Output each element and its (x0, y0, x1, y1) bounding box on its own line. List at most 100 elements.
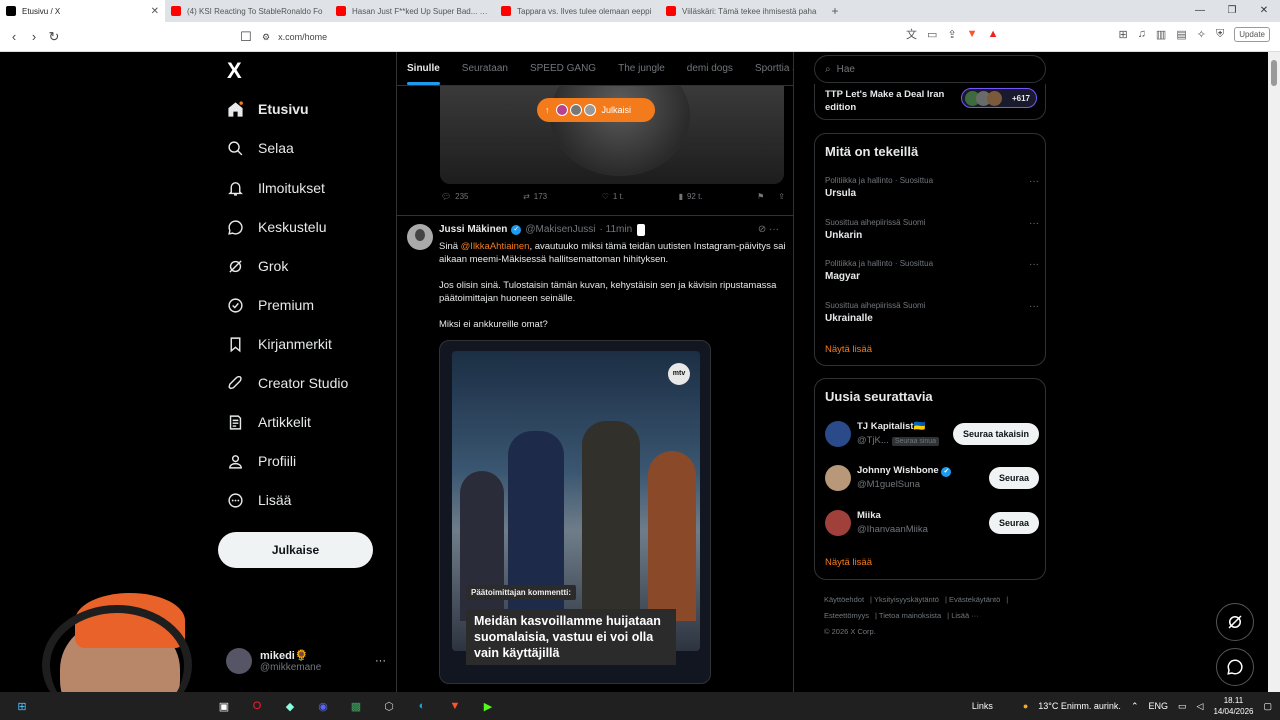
trend-item[interactable]: Suosittua aihepiirissä Suomi Unkarin ··· (825, 218, 1039, 241)
nav-premium[interactable]: Premium (226, 296, 314, 314)
tab-list[interactable]: The jungle (618, 63, 665, 74)
browser-tab[interactable]: Tappara vs. Ilves tulee olemaan eeppi (495, 0, 660, 22)
more-icon[interactable]: ··· (769, 224, 779, 235)
share-icon[interactable]: ⇪ (778, 192, 785, 201)
show-more-link[interactable]: Näytä lisää (825, 557, 872, 568)
follow-button[interactable]: Seuraa (988, 467, 1039, 489)
new-tab-icon[interactable]: + (825, 4, 845, 18)
bookmark-icon[interactable]: ⚑ (757, 192, 764, 201)
update-button[interactable]: Update (1234, 26, 1270, 42)
follow-back-button[interactable]: Seuraa takaisin (952, 423, 1039, 445)
tweet-time[interactable]: · 11min (600, 224, 633, 235)
footer-link[interactable]: Käyttöehdot (824, 595, 864, 604)
account-switcher[interactable]: mikedi🌻 @mikkemane ··· (226, 648, 386, 674)
bookmark-page-icon[interactable]: ☐ (236, 29, 256, 45)
footer-link[interactable]: Tietoa mainoksista (879, 611, 941, 620)
sidebar-icon[interactable]: ▥ (1156, 28, 1166, 41)
app-icon[interactable]: ⬡ (378, 697, 400, 715)
avatar[interactable] (407, 224, 433, 250)
brave-rewards-icon[interactable]: ▲ (988, 28, 999, 40)
author-name[interactable]: Jussi Mäkinen (439, 224, 507, 235)
browser-tab[interactable]: (4) KSI Reacting To StableRonaldo Fo (165, 0, 330, 22)
media-icon[interactable]: ♫ (1138, 28, 1146, 40)
back-icon[interactable]: ‹ (4, 29, 24, 44)
show-more-link[interactable]: Näytä lisää (825, 344, 872, 355)
nav-home[interactable]: Etusivu (226, 100, 309, 118)
brave-shield-icon[interactable]: ▼ (967, 28, 978, 40)
author-handle[interactable]: @MakisenJussi (525, 224, 595, 235)
vpn-icon[interactable]: ⛨ (1216, 28, 1224, 41)
weather-text[interactable]: 13°C Enimm. aurink. (1038, 701, 1121, 711)
scrollbar-thumb[interactable] (1271, 60, 1277, 86)
account-menu-icon[interactable]: ··· (375, 655, 386, 667)
mention-link[interactable]: @IlkkaAhtiainen (461, 241, 530, 252)
window-close-icon[interactable]: ✕ (1248, 0, 1280, 22)
screenshot-icon[interactable]: ⊞ (1118, 28, 1127, 41)
trend-item[interactable]: Politiikka ja hallinto · Suosittua Ursul… (825, 176, 1039, 199)
brave-icon[interactable]: ▼ (444, 697, 466, 715)
live-space-card[interactable]: TTP Let's Make a Deal Iran edition +617 (814, 84, 1046, 120)
nav-chat[interactable]: Keskustelu (226, 218, 326, 236)
grok-fab[interactable] (1216, 603, 1254, 641)
translate-icon[interactable]: 文 (906, 26, 917, 42)
links-toolbar[interactable]: Links (972, 701, 993, 711)
messages-fab[interactable] (1216, 648, 1254, 686)
footer-link[interactable]: Yksityisyyskäytäntö (874, 595, 939, 604)
nav-articles[interactable]: Artikkelit (226, 413, 311, 431)
nav-bookmarks[interactable]: Kirjanmerkit (226, 335, 332, 353)
wallet-icon[interactable]: ▤ (1176, 28, 1186, 41)
browser-tab[interactable]: Viiläskäri: Tämä tekee ihmisestä paha (660, 0, 825, 22)
nav-profile[interactable]: Profiili (226, 452, 296, 470)
grok-icon[interactable]: ⊘ (758, 224, 766, 235)
discord-icon[interactable]: ◉ (312, 697, 334, 715)
new-posts-pill[interactable]: ↑ Julkaisi (537, 98, 655, 122)
tray-chevron-icon[interactable]: ⌃ (1131, 701, 1139, 712)
maximize-icon[interactable]: ❐ (1216, 0, 1248, 22)
browser-tab[interactable]: Hasan Just F**ked Up Super Bad... - Y (330, 0, 495, 22)
views-button[interactable]: ▮ 92 t. (679, 192, 703, 201)
more-icon[interactable]: ··· (1029, 259, 1039, 270)
notifications-icon[interactable]: ▢ (1263, 701, 1272, 712)
more-icon[interactable]: ··· (1029, 301, 1039, 312)
repost-button[interactable]: ⇄ 173 (523, 192, 547, 201)
task-view-icon[interactable]: ▣ (213, 697, 235, 715)
site-info-icon[interactable]: ⚙ (262, 32, 270, 43)
extensions-icon[interactable]: ✧ (1197, 28, 1206, 41)
nav-explore[interactable]: Selaa (226, 139, 294, 157)
post-button[interactable]: Julkaise (218, 532, 373, 568)
tab-list[interactable]: Sporttia Sa (755, 63, 793, 74)
browser-tab[interactable]: Etusivu / X ✕ (0, 0, 165, 22)
url-field[interactable]: ⚙ x.com/home (262, 26, 982, 48)
tab-list[interactable]: SPEED GANG (530, 63, 596, 74)
nav-grok[interactable]: Grok (226, 257, 288, 275)
share-icon[interactable]: ⇪ (947, 28, 956, 41)
footer-link[interactable]: Evästekäytäntö (949, 595, 1000, 604)
clock[interactable]: 18.11 14/04/2026 (1213, 695, 1253, 717)
like-button[interactable]: ♡ 1 t. (602, 192, 624, 201)
app-icon[interactable]: ◆ (279, 697, 301, 715)
opera-icon[interactable]: O (246, 697, 268, 715)
forward-icon[interactable]: › (24, 29, 44, 44)
nav-creator-studio[interactable]: Creator Studio (226, 374, 348, 392)
tab-for-you[interactable]: Sinulle (407, 63, 440, 85)
x-logo-icon[interactable]: X (227, 58, 242, 84)
nav-notifications[interactable]: Ilmoitukset (226, 179, 325, 197)
follow-suggestion[interactable]: TJ Kapitalist🇺🇦 @TjK... Seuraa sinua Seur… (825, 419, 1039, 451)
trend-item[interactable]: Politiikka ja hallinto · Suosittua Magya… (825, 259, 1039, 282)
footer-link[interactable]: Esteettömyys (824, 611, 869, 620)
volume-icon[interactable]: ◁ (1197, 701, 1204, 712)
footer-link[interactable]: Lisää ··· (951, 611, 979, 620)
trend-item[interactable]: Suosittua aihepiirissä Suomi Ukrainalle … (825, 301, 1039, 324)
more-icon[interactable]: ··· (1029, 218, 1039, 229)
language-indicator[interactable]: ENG (1148, 701, 1168, 711)
follow-suggestion[interactable]: Johnny Wishbone ✓ @M1guelSuna Seuraa (825, 463, 1039, 495)
tab-list[interactable]: demi dogs (687, 63, 733, 74)
page-scrollbar[interactable] (1268, 52, 1280, 692)
app-icon[interactable]: ▩ (345, 697, 367, 715)
reload-icon[interactable]: ↻ (44, 29, 64, 45)
start-icon[interactable]: ⊞ (11, 697, 33, 715)
follow-button[interactable]: Seuraa (988, 512, 1039, 534)
more-icon[interactable]: ··· (1029, 176, 1039, 187)
nav-more[interactable]: Lisää (226, 491, 291, 509)
close-icon[interactable]: ✕ (151, 6, 159, 17)
